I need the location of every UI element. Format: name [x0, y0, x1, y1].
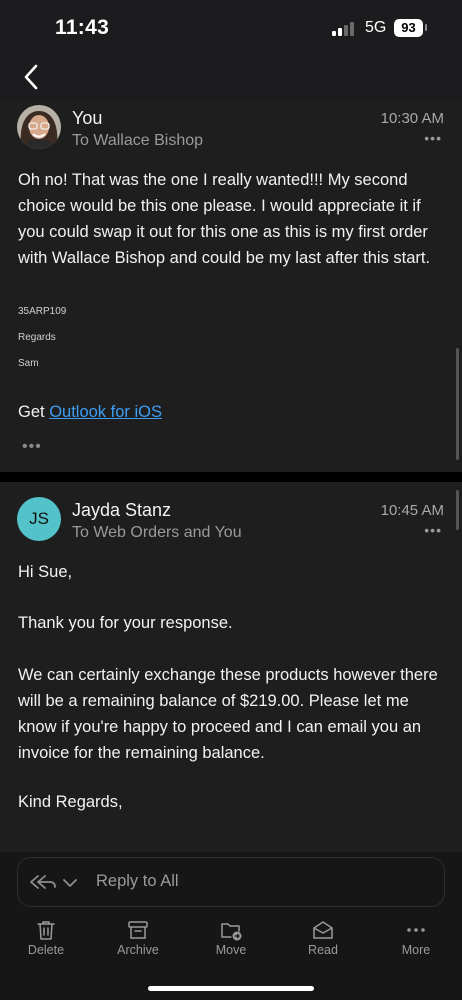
more-button[interactable]: More — [378, 918, 454, 968]
message-card: You To Wallace Bishop 10:30 AM ••• Oh no… — [0, 100, 462, 472]
folder-move-icon — [221, 923, 242, 941]
signal-icon — [332, 22, 354, 36]
avatar[interactable] — [17, 105, 61, 149]
delete-label: Delete — [27, 943, 65, 957]
message-paragraph: We can certainly exchange these products… — [18, 666, 438, 762]
recipient-line: To Wallace Bishop — [72, 132, 204, 149]
reply-all-icon[interactable] — [28, 870, 88, 894]
more-dots-icon — [407, 928, 425, 932]
delete-button[interactable]: Delete — [8, 918, 84, 968]
more-label: More — [401, 943, 431, 957]
nav-bar — [0, 56, 462, 100]
message-card: JS Jayda Stanz To Web Orders and You 10:… — [0, 482, 462, 852]
message-time: 10:45 AM — [380, 502, 444, 519]
battery-tip — [425, 24, 427, 31]
reply-placeholder: Reply to All — [96, 872, 179, 890]
battery-icon: 93 — [394, 19, 423, 37]
move-button[interactable]: Move — [193, 918, 269, 968]
reply-all-field[interactable]: Reply to All — [17, 857, 445, 907]
archive-label: Archive — [117, 943, 159, 957]
message-time: 10:30 AM — [380, 110, 444, 127]
message-body: Oh no! That was the one I really wanted!… — [18, 171, 431, 267]
outlook-ios-link[interactable]: Outlook for iOS — [49, 403, 162, 421]
signature-line: Sam — [18, 358, 39, 369]
read-label: Read — [308, 943, 338, 957]
avatar[interactable]: JS — [17, 497, 61, 541]
person-photo-icon — [17, 105, 61, 149]
move-label: Move — [215, 943, 247, 957]
back-button[interactable] — [18, 60, 48, 94]
signature-line: Regards — [18, 332, 56, 343]
sender-name: Jayda Stanz — [72, 500, 172, 520]
network-label: 5G — [365, 19, 387, 36]
scrollbar[interactable] — [456, 490, 459, 530]
message-paragraph: Thank you for your response. — [18, 614, 233, 632]
trash-icon — [37, 921, 55, 940]
message-options-icon[interactable]: ••• — [424, 130, 442, 146]
message-greeting: Hi Sue, — [18, 563, 73, 581]
envelope-open-icon — [313, 921, 333, 939]
expand-quoted-icon[interactable]: ••• — [22, 438, 42, 456]
message-closing: Kind Regards, — [18, 793, 123, 811]
archive-button[interactable]: Archive — [100, 918, 176, 968]
archive-icon — [128, 921, 148, 939]
message-options-icon[interactable]: ••• — [424, 522, 442, 538]
outlook-footer: Get Outlook for iOS — [18, 399, 438, 425]
chevron-left-icon — [24, 64, 38, 90]
message-divider — [0, 472, 462, 482]
signature-line: 35ARP109 — [18, 306, 67, 317]
scrollbar[interactable] — [456, 348, 459, 460]
sender-name: You — [72, 108, 103, 128]
recipient-line: To Web Orders and You — [72, 524, 242, 541]
read-button[interactable]: Read — [285, 918, 361, 968]
footer-prefix: Get — [18, 403, 50, 421]
home-indicator[interactable] — [148, 986, 314, 991]
status-time: 11:43 — [55, 16, 110, 39]
status-bar: 11:43 5G 93 — [0, 0, 462, 56]
